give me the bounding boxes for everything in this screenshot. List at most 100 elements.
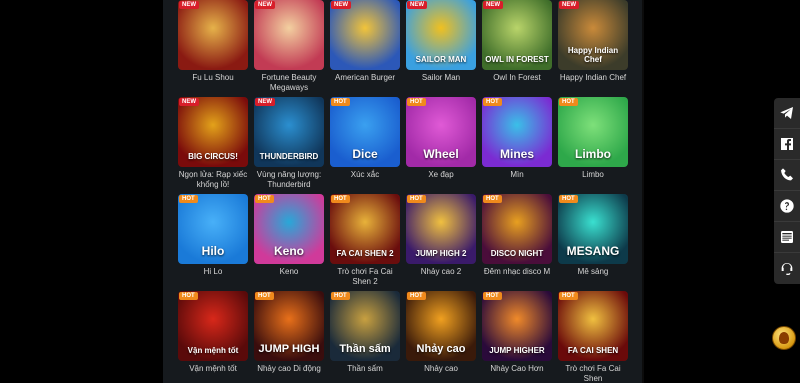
game-badge: HOT <box>179 195 198 203</box>
game-card[interactable]: HOT Limbo Limbo <box>558 97 628 194</box>
game-card[interactable]: HOT Nhảy cao Nhảy cao <box>406 291 476 383</box>
game-logo-text: Keno <box>274 244 304 258</box>
game-card[interactable]: HOT JUMP HIGH 2 Nhảy cao 2 <box>406 194 476 291</box>
game-title: Nhảy cao 2 <box>420 267 462 276</box>
game-card[interactable]: HOT MESANG Mê sảng <box>558 194 628 291</box>
game-card[interactable]: HOT Keno Keno <box>254 194 324 291</box>
game-card[interactable]: HOT Hilo Hi Lo <box>178 194 248 291</box>
game-thumbnail[interactable]: HOT Hilo <box>178 194 248 264</box>
game-logo-text: FA CAI SHEN <box>567 346 619 355</box>
game-card[interactable]: HOT FA CAI SHEN 2 Trò chơi Fa Cai Shen 2 <box>330 194 400 291</box>
game-thumbnail[interactable]: HOT Limbo <box>558 97 628 167</box>
floating-promo-button[interactable] <box>772 326 796 350</box>
game-thumbnail[interactable]: HOT FA CAI SHEN 2 <box>330 194 400 264</box>
game-thumbnail[interactable]: NEW <box>254 0 324 70</box>
game-logo-text: THUNDERBIRD <box>259 152 319 161</box>
game-thumbnail[interactable]: NEW BIG CIRCUS! <box>178 97 248 167</box>
game-title: Xúc xắc <box>350 170 380 179</box>
game-thumbnail[interactable]: HOT JUMP HIGHER <box>482 291 552 361</box>
game-thumbnail[interactable]: HOT FA CAI SHEN <box>558 291 628 361</box>
game-card[interactable]: NEW SAILOR MAN Sailor Man <box>406 0 476 97</box>
game-card[interactable]: HOT DISCO NIGHT Đêm nhạc disco M <box>482 194 552 291</box>
game-card[interactable]: HOT Vận mệnh tốt Vận mệnh tốt <box>178 291 248 383</box>
game-title: Happy Indian Chef <box>559 73 627 82</box>
game-art <box>254 0 324 70</box>
game-badge: NEW <box>483 1 503 9</box>
game-card[interactable]: HOT JUMP HIGH Nhảy cao Di động <box>254 291 324 383</box>
game-badge: HOT <box>179 292 198 300</box>
game-badge: NEW <box>559 1 579 9</box>
scrollbar[interactable] <box>642 0 644 383</box>
game-badge: HOT <box>483 292 502 300</box>
game-logo-text: JUMP HIGH <box>258 343 320 355</box>
game-logo-text: JUMP HIGHER <box>489 346 545 355</box>
game-thumbnail[interactable]: NEW Happy Indian Chef <box>558 0 628 70</box>
game-title: Mìn <box>510 170 524 179</box>
game-title: Đêm nhạc disco M <box>483 267 551 276</box>
game-panel: NEW Fu Lu Shou NEW Fortune Beauty Megaways N… <box>163 0 643 383</box>
game-logo-text: SAILOR MAN <box>415 55 467 64</box>
game-thumbnail[interactable]: HOT Wheel <box>406 97 476 167</box>
game-thumbnail[interactable]: HOT MESANG <box>558 194 628 264</box>
game-card[interactable]: NEW American Burger <box>330 0 400 97</box>
character-icon <box>779 332 789 344</box>
game-title: Trò chơi Fa Cai Shen <box>565 364 621 383</box>
game-title: Vận mệnh tốt <box>189 364 237 373</box>
game-card[interactable]: NEW THUNDERBIRD Vùng năng lượng: Thunderbi… <box>254 97 324 194</box>
game-title: Nhảy cao <box>424 364 458 373</box>
game-thumbnail[interactable]: HOT Keno <box>254 194 324 264</box>
game-card[interactable]: HOT Thần sấm Thần sấm <box>330 291 400 383</box>
game-title: Nhảy cao Di động <box>257 364 321 373</box>
game-badge: HOT <box>331 98 350 106</box>
game-badge: HOT <box>331 292 350 300</box>
game-title: Nhảy Cao Hơn <box>490 364 544 373</box>
game-thumbnail[interactable]: HOT DISCO NIGHT <box>482 194 552 264</box>
game-badge: NEW <box>179 1 199 9</box>
game-grid: NEW Fu Lu Shou NEW Fortune Beauty Megaways N… <box>178 0 630 383</box>
game-thumbnail[interactable]: NEW OWL IN FOREST <box>482 0 552 70</box>
game-card[interactable]: HOT Dice Xúc xắc <box>330 97 400 194</box>
news-icon <box>781 231 793 243</box>
game-thumbnail[interactable]: HOT Thần sấm <box>330 291 400 361</box>
game-thumbnail[interactable]: NEW SAILOR MAN <box>406 0 476 70</box>
game-logo-text: OWL IN FOREST <box>485 55 549 64</box>
game-card[interactable]: HOT Mines Mìn <box>482 97 552 194</box>
game-card[interactable]: NEW Fortune Beauty Megaways <box>254 0 324 97</box>
game-logo-text: Vận mệnh tốt <box>187 346 239 355</box>
game-badge: HOT <box>483 98 502 106</box>
game-card[interactable]: HOT FA CAI SHEN Trò chơi Fa Cai Shen <box>558 291 628 383</box>
news-button[interactable] <box>774 222 800 253</box>
game-card[interactable]: HOT Wheel Xe đạp <box>406 97 476 194</box>
telegram-icon <box>780 107 793 119</box>
game-thumbnail[interactable]: HOT Mines <box>482 97 552 167</box>
game-logo-text: Mines <box>499 147 534 161</box>
game-title: Vùng năng lượng: Thunderbird <box>256 170 322 189</box>
game-thumbnail[interactable]: NEW <box>178 0 248 70</box>
game-thumbnail[interactable]: HOT JUMP HIGH <box>254 291 324 361</box>
help-icon <box>780 199 794 213</box>
support-button[interactable] <box>774 253 800 284</box>
game-thumbnail[interactable]: NEW <box>330 0 400 70</box>
game-card[interactable]: NEW BIG CIRCUS! Ngọn lửa: Rạp xiếc khổng l… <box>178 97 248 194</box>
game-card[interactable]: NEW OWL IN FOREST Owl In Forest <box>482 0 552 97</box>
game-card[interactable]: HOT JUMP HIGHER Nhảy Cao Hơn <box>482 291 552 383</box>
game-art <box>330 0 400 70</box>
telegram-button[interactable] <box>774 98 800 129</box>
game-badge: NEW <box>179 98 199 106</box>
facebook-icon <box>781 138 793 150</box>
game-logo-text: Thần sấm <box>339 343 391 355</box>
phone-button[interactable] <box>774 160 800 191</box>
game-thumbnail[interactable]: HOT JUMP HIGH 2 <box>406 194 476 264</box>
game-thumbnail[interactable]: HOT Dice <box>330 97 400 167</box>
game-logo-text: JUMP HIGH 2 <box>415 249 467 258</box>
game-card[interactable]: NEW Happy Indian Chef Happy Indian Chef <box>558 0 628 97</box>
facebook-button[interactable] <box>774 129 800 160</box>
game-thumbnail[interactable]: HOT Vận mệnh tốt <box>178 291 248 361</box>
game-title: Mê sảng <box>577 267 609 276</box>
game-thumbnail[interactable]: HOT Nhảy cao <box>406 291 476 361</box>
game-badge: HOT <box>559 98 578 106</box>
game-card[interactable]: NEW Fu Lu Shou <box>178 0 248 97</box>
help-button[interactable] <box>774 191 800 222</box>
game-thumbnail[interactable]: NEW THUNDERBIRD <box>254 97 324 167</box>
game-logo-text: FA CAI SHEN 2 <box>336 249 394 258</box>
